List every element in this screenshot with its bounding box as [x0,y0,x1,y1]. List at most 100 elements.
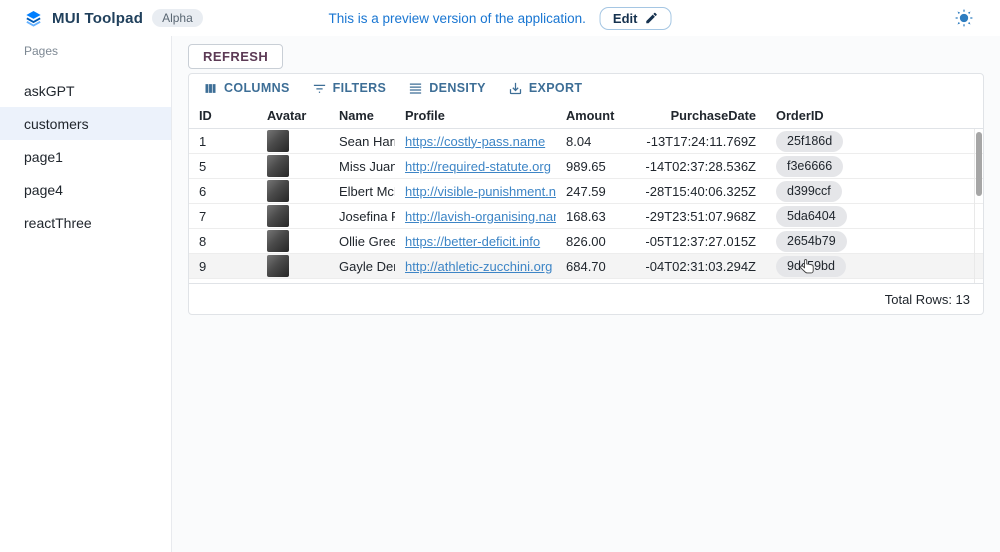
table-row[interactable]: 7 Josefina P… http://lavish-organising.n… [189,204,983,229]
cell-avatar [257,155,329,177]
alpha-badge: Alpha [152,9,203,27]
orderid-chip[interactable]: d399ccf [776,181,842,202]
cell-name: Josefina P… [329,209,395,224]
avatar [267,230,289,252]
sidebar-section-label: Pages [0,40,171,56]
grid-header-row: ID Avatar Name Profile Amount PurchaseDa… [189,102,983,129]
sidebar-item-page4[interactable]: page4 [0,173,171,206]
column-header-amount[interactable]: Amount [556,108,646,123]
sidebar-item-askgpt[interactable]: askGPT [0,74,171,107]
cell-purchasedate: 1997-11-13T17:24:11.769Z [646,134,766,149]
sidebar-item-label: customers [24,116,89,132]
cell-purchasedate: 2088-05-04T02:31:03.294Z [646,259,766,274]
edit-button[interactable]: Edit [600,7,672,30]
preview-message: This is a preview version of the applica… [329,11,586,26]
profile-link[interactable]: http://visible-punishment.net [405,184,556,199]
cell-purchasedate: 2086-09-05T12:37:27.015Z [646,234,766,249]
table-row[interactable]: 8 Ollie Green… https://better-deficit.in… [189,229,983,254]
cell-orderid: 9dc59bd [766,256,871,277]
density-button-label: DENSITY [429,81,486,95]
table-row[interactable]: 6 Elbert McL… http://visible-punishment.… [189,179,983,204]
orderid-chip[interactable]: 5da6404 [776,206,847,227]
column-header-name[interactable]: Name [329,108,395,123]
orderid-chip[interactable]: f3e6666 [776,156,843,177]
sidebar-item-label: reactThree [24,215,92,231]
cell-orderid: 2654b79 [766,231,871,252]
app-title: MUI Toolpad [52,10,143,27]
cell-purchasedate: 2045-01-28T15:40:06.325Z [646,184,766,199]
cell-name: Miss Juan … [329,159,395,174]
cell-id: 8 [189,234,257,249]
cell-amount: 826.00 [556,234,646,249]
pencil-icon [644,11,658,25]
column-header-avatar[interactable]: Avatar [257,108,329,123]
cell-avatar [257,130,329,152]
cell-avatar [257,255,329,277]
cell-amount: 989.65 [556,159,646,174]
cell-profile: http://required-statute.org [395,159,556,174]
export-button[interactable]: EXPORT [500,78,591,99]
cell-amount: 8.04 [556,134,646,149]
cell-profile: https://better-deficit.info [395,234,556,249]
profile-link[interactable]: https://costly-pass.name [405,134,545,149]
orderid-chip[interactable]: 2654b79 [776,231,847,252]
brand: MUI Toolpad Alpha [0,9,203,28]
profile-link[interactable]: http://lavish-organising.name [405,209,556,224]
export-button-label: EXPORT [529,81,583,95]
table-row[interactable]: 9 Gayle Den… http://athletic-zucchini.or… [189,254,983,279]
cell-profile: http://visible-punishment.net [395,184,556,199]
theme-toggle-sun-icon[interactable] [954,8,974,28]
column-header-profile[interactable]: Profile [395,108,556,123]
cell-avatar [257,205,329,227]
filter-list-icon [312,81,327,96]
column-header-orderid[interactable]: OrderID [766,108,871,123]
table-row[interactable]: 5 Miss Juan … http://required-statute.or… [189,154,983,179]
sidebar-item-page1[interactable]: page1 [0,140,171,173]
refresh-button[interactable]: REFRESH [188,44,283,69]
orderid-chip[interactable]: 9dc59bd [776,256,846,277]
cell-name: Ollie Green… [329,234,395,249]
cell-id: 9 [189,259,257,274]
cell-purchasedate: 2014-01-14T02:37:28.536Z [646,159,766,174]
cell-orderid: f3e6666 [766,156,871,177]
cell-avatar [257,230,329,252]
profile-link[interactable]: http://athletic-zucchini.org [405,259,552,274]
edit-button-label: Edit [613,11,638,26]
main-content: REFRESH COLUMNS [172,36,1000,552]
data-grid: COLUMNS FILTERS DE [188,73,984,315]
cell-purchasedate: 2076-03-29T23:51:07.968Z [646,209,766,224]
cell-orderid: 5da6404 [766,206,871,227]
cell-avatar [257,180,329,202]
table-row[interactable]: 1 Sean Harris https://costly-pass.name 8… [189,129,983,154]
avatar [267,180,289,202]
cell-name: Gayle Den… [329,259,395,274]
profile-link[interactable]: http://required-statute.org [405,159,551,174]
cell-id: 1 [189,134,257,149]
cell-orderid: 25f186d [766,131,871,152]
columns-button[interactable]: COLUMNS [195,78,298,99]
orderid-chip[interactable]: 25f186d [776,131,843,152]
sidebar-nav-list: askGPT customers page1 page4 reactThree [0,74,171,239]
sidebar-item-label: page1 [24,149,63,165]
columns-button-label: COLUMNS [224,81,290,95]
app-top-bar: MUI Toolpad Alpha This is a preview vers… [0,0,1000,36]
density-button[interactable]: DENSITY [400,78,494,99]
vertical-scrollbar-track[interactable] [974,129,983,283]
filters-button[interactable]: FILTERS [304,78,395,99]
grid-rows-area: 1 Sean Harris https://costly-pass.name 8… [189,129,983,283]
vertical-scrollbar-thumb[interactable] [976,132,982,196]
sidebar-item-customers[interactable]: customers [0,107,171,140]
column-header-purchasedate[interactable]: PurchaseDate [646,108,766,123]
cell-amount: 684.70 [556,259,646,274]
avatar [267,255,289,277]
profile-link[interactable]: https://better-deficit.info [405,234,540,249]
avatar [267,155,289,177]
cell-id: 6 [189,184,257,199]
cell-profile: http://lavish-organising.name [395,209,556,224]
sidebar-item-reactthree[interactable]: reactThree [0,206,171,239]
download-icon [508,81,523,96]
filters-button-label: FILTERS [333,81,387,95]
grid-footer: Total Rows: 13 [189,283,983,314]
column-header-id[interactable]: ID [189,108,257,123]
toolpad-logo-icon [24,9,43,28]
